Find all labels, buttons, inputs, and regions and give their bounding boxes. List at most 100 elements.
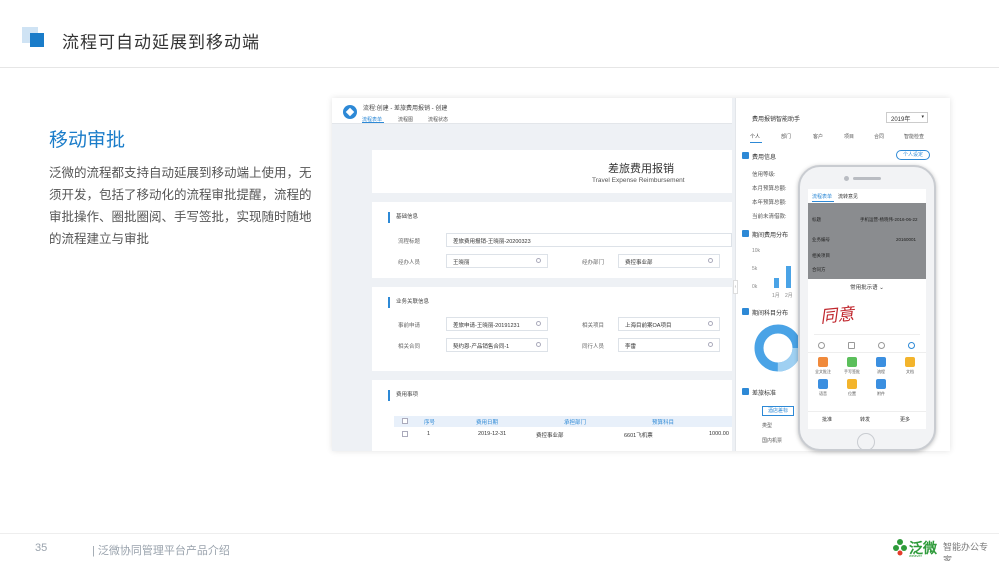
breadcrumb: 流程:创建 - 差旅费用报销 - 创建 — [363, 106, 448, 112]
search-icon[interactable] — [536, 321, 541, 326]
handler-field[interactable]: 王晓丽 — [446, 254, 548, 268]
document-button[interactable]: 文档 — [899, 357, 921, 375]
plus-icon[interactable] — [908, 342, 915, 349]
trend-bar — [774, 278, 779, 288]
expense-form: 差旅费用报销 Travel Expense Reimbursement 基础信息… — [372, 150, 732, 451]
attachment-button[interactable]: 附件 — [870, 379, 892, 397]
row-checkbox[interactable] — [402, 431, 408, 437]
more-button[interactable]: 更多 — [900, 416, 910, 423]
loan-label: 当前未清借款: — [752, 214, 787, 220]
search-icon[interactable] — [536, 258, 541, 263]
location-icon — [847, 379, 857, 389]
form-title: 差旅费用报销 — [608, 163, 674, 175]
yearly-budget-label: 本年预算总额: — [752, 200, 787, 206]
flow-title-label: 流程标题 — [398, 239, 421, 245]
col-subject: 预算科目 — [652, 420, 675, 426]
select-all-checkbox[interactable] — [402, 418, 408, 424]
collapse-handle[interactable]: ‹ — [733, 280, 738, 294]
logo-slogan: 智能办公专家 — [943, 543, 989, 561]
project-field[interactable]: 上海目前案OA项目 — [618, 317, 720, 331]
location-button[interactable]: 位置 — [841, 379, 863, 397]
mobile-tabbar: 流程表单 流转意见 — [808, 189, 926, 203]
tab-personal[interactable]: 个人 — [750, 133, 760, 140]
weaver-logo: 泛微 weaver 智能办公专家 — [893, 536, 989, 561]
col-dept: 承担部门 — [564, 420, 587, 426]
logo-mark-icon — [893, 539, 907, 556]
subject-donut — [754, 324, 802, 372]
at-icon[interactable] — [878, 342, 885, 349]
home-button[interactable] — [857, 433, 875, 451]
assistant-title: 费用报销智能助手 — [752, 117, 801, 123]
x-tick: 2月 — [785, 293, 793, 299]
hotel-standard-button[interactable]: 酒店差标 — [762, 406, 794, 416]
approve-button[interactable]: 批准 — [822, 416, 832, 423]
search-icon[interactable] — [708, 258, 713, 263]
contract-field[interactable]: 契约恩-产品销售合同-1 — [446, 338, 548, 352]
tab-customer[interactable]: 客户 — [813, 133, 823, 140]
request-field[interactable]: 差旅申请-王晓丽-20191231 — [446, 317, 548, 331]
row-index: 1 — [427, 431, 431, 437]
year-select[interactable]: 2019年 — [886, 112, 928, 123]
monthly-budget-label: 本月预算总额: — [752, 186, 787, 192]
y-tick: 10k — [752, 248, 761, 254]
handwrite-sign-button[interactable]: 手写签批 — [841, 357, 863, 375]
action-bar: 批准 转发 更多 — [808, 411, 926, 425]
tab-status[interactable]: 流程状态 — [428, 116, 448, 123]
pen-icon — [847, 357, 857, 367]
workflow-button[interactable]: 流程 — [870, 357, 892, 375]
tab-project[interactable]: 项目 — [844, 133, 854, 140]
tab-smart-check[interactable]: 智能检查 — [904, 133, 924, 140]
microphone-icon[interactable] — [818, 342, 825, 349]
mobile-code-label: 业务编号 — [812, 237, 830, 242]
mobile-screen: 流程表单 流转意见 标题 手机运营-杨晓伟-2016-06-22 业务编号 20… — [808, 189, 926, 429]
signature-pad[interactable]: 同意 — [814, 295, 920, 335]
search-icon[interactable] — [708, 342, 713, 347]
form-subtitle: Travel Expense Reimbursement — [592, 177, 685, 184]
y-tick: 5k — [752, 266, 758, 272]
camera — [844, 176, 849, 181]
personal-settings-button[interactable]: 个人设定 — [896, 150, 930, 160]
project-label: 相关项目 — [582, 323, 605, 329]
forward-button[interactable]: 转发 — [860, 416, 870, 423]
active-tab-indicator — [750, 142, 762, 143]
table-row: 1 2019-12-31 费控事业部 6601飞机票 1000.00 — [394, 429, 732, 440]
dept-field[interactable]: 费控事业部 — [618, 254, 720, 268]
dept-label: 经办部门 — [582, 260, 605, 266]
expense-table-header: 序号 费用日期 承担部门 预算科目 — [394, 416, 732, 427]
expense-info-heading: 费用信息 — [741, 152, 776, 161]
tab-contract[interactable]: 合同 — [874, 133, 884, 140]
companion-label: 同行人员 — [582, 344, 605, 350]
trend-bar — [786, 266, 791, 288]
flow-title-field[interactable]: 差旅费用报销-王晓丽-20200323 — [446, 233, 732, 247]
tab-flowchart[interactable]: 流程图 — [398, 116, 413, 123]
row-dept: 费控事业部 — [536, 433, 564, 439]
full-annotation-button[interactable]: 全文批注 — [812, 357, 834, 375]
tab-department[interactable]: 部门 — [781, 133, 791, 140]
search-icon[interactable] — [536, 342, 541, 347]
approval-sheet: 常用批示语 ⌄ 同意 全文批注 手写签批 流程 文档 语音 位置 附件 批准 转… — [808, 279, 926, 429]
row-amount: 1000.00 — [709, 431, 729, 437]
col-date: 费用日期 — [476, 420, 499, 426]
trend-heading: 期间费用分布 — [741, 230, 788, 239]
slide-title: 流程可自动延展到移动端 — [62, 33, 260, 52]
row-subject: 6601飞机票 — [624, 433, 653, 439]
title-decoration-dark — [30, 33, 44, 47]
standard-table: 类型 国内机票 — [762, 422, 782, 444]
voice-icon — [818, 379, 828, 389]
mobile-tab-form[interactable]: 流程表单 — [812, 193, 832, 200]
std-row-flight: 国内机票 — [762, 438, 783, 444]
footer-text: | 泛微协同管理平台产品介绍 — [92, 545, 230, 557]
mobile-tab-opinions[interactable]: 流转意见 — [838, 193, 858, 200]
search-icon[interactable] — [708, 321, 713, 326]
col-index: 序号 — [424, 420, 436, 426]
request-label: 事前申请 — [398, 323, 421, 329]
section-title: 移动审批 — [49, 130, 126, 151]
workflow-icon — [343, 105, 357, 119]
y-tick: 0k — [752, 284, 758, 290]
active-tab-indicator — [362, 122, 384, 123]
companion-field[interactable]: 李雷 — [618, 338, 720, 352]
dimmed-form: 标题 手机运营-杨晓伟-2016-06-22 业务编号 20160001 相关项… — [808, 203, 926, 279]
voice-button[interactable]: 语音 — [812, 379, 834, 397]
image-icon[interactable] — [848, 342, 855, 349]
common-phrases-title[interactable]: 常用批示语 ⌄ — [808, 283, 926, 291]
